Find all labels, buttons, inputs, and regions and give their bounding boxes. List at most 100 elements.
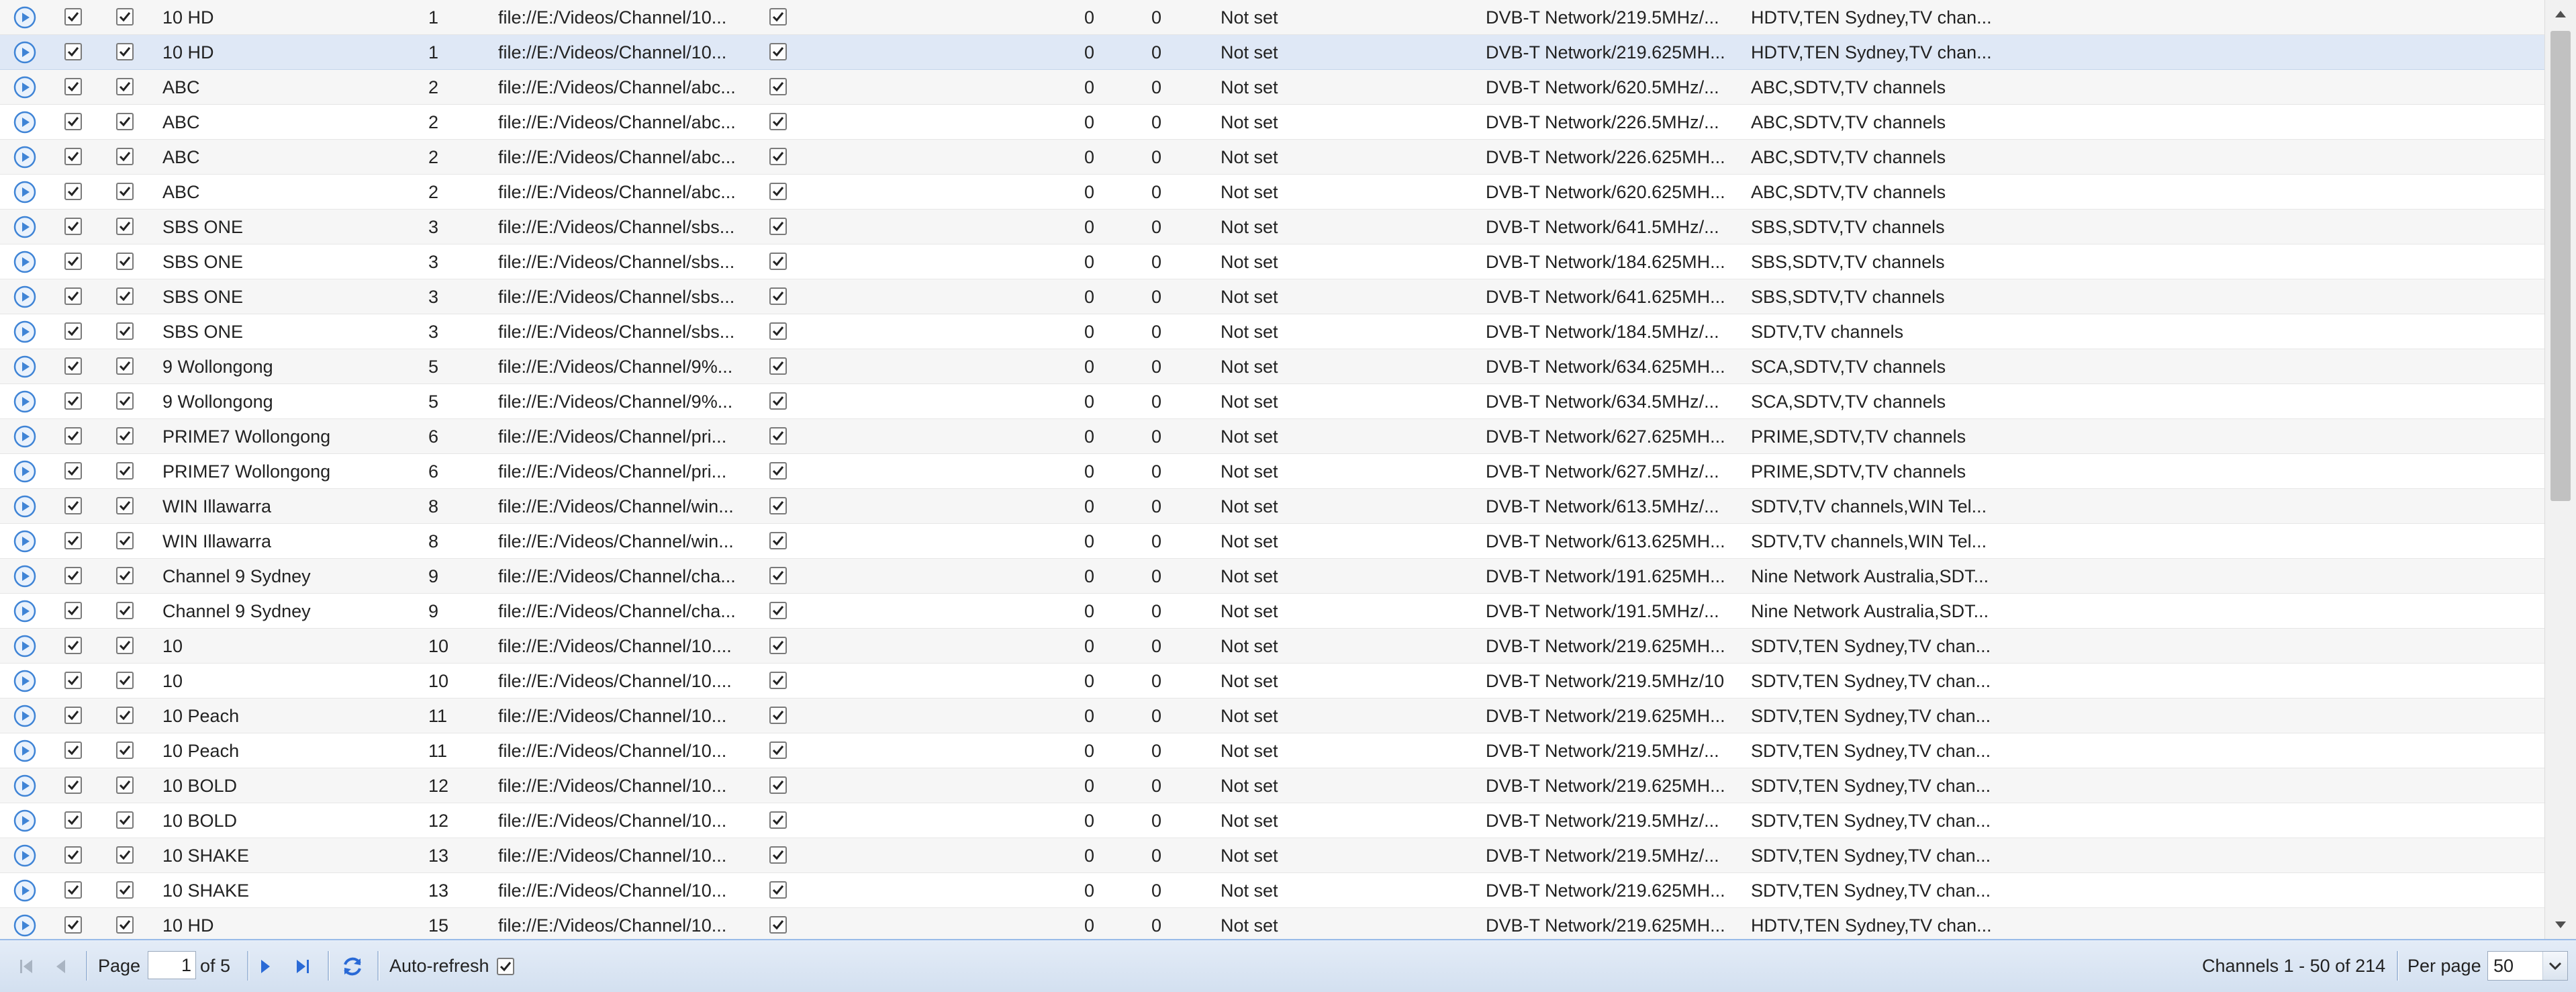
visible-checkbox[interactable] — [116, 8, 134, 26]
visible-checkbox[interactable] — [116, 322, 134, 340]
file-checkbox[interactable] — [769, 881, 787, 899]
file-checkbox[interactable] — [769, 567, 787, 584]
visible-checkbox[interactable] — [116, 637, 134, 654]
enabled-checkbox[interactable] — [64, 183, 82, 200]
file-checkbox[interactable] — [769, 916, 787, 934]
table-row[interactable]: 10 10 file://E:/Videos/Channel/10.... 0 0 Not… — [0, 664, 2544, 698]
visible-checkbox[interactable] — [116, 462, 134, 480]
table-row[interactable]: WIN Illawarra 8 file://E:/Videos/Channel/w… — [0, 489, 2544, 524]
play-circle-icon[interactable] — [13, 844, 36, 867]
visible-checkbox[interactable] — [116, 78, 134, 95]
table-row[interactable]: 10 BOLD 12 file://E:/Videos/Channel/10... 0… — [0, 803, 2544, 838]
visible-checkbox[interactable] — [116, 846, 134, 864]
visible-checkbox[interactable] — [116, 707, 134, 724]
table-row[interactable]: PRIME7 Wollongong 6 file://E:/Videos/Chann… — [0, 419, 2544, 454]
visible-checkbox[interactable] — [116, 567, 134, 584]
page-number-input[interactable] — [148, 951, 196, 979]
enabled-checkbox[interactable] — [64, 916, 82, 934]
file-checkbox[interactable] — [769, 218, 787, 235]
enabled-checkbox[interactable] — [64, 602, 82, 619]
visible-checkbox[interactable] — [116, 532, 134, 549]
visible-checkbox[interactable] — [116, 253, 134, 270]
play-circle-icon[interactable] — [13, 251, 36, 273]
auto-refresh-checkbox[interactable] — [497, 958, 514, 975]
visible-checkbox[interactable] — [116, 287, 134, 305]
play-circle-icon[interactable] — [13, 495, 36, 518]
play-circle-icon[interactable] — [13, 320, 36, 343]
enabled-checkbox[interactable] — [64, 253, 82, 270]
file-checkbox[interactable] — [769, 78, 787, 95]
file-checkbox[interactable] — [769, 8, 787, 26]
play-circle-icon[interactable] — [13, 705, 36, 727]
scrollbar-thumb[interactable] — [2550, 31, 2571, 501]
per-page-select[interactable]: 50 — [2487, 951, 2568, 981]
visible-checkbox[interactable] — [116, 218, 134, 235]
refresh-icon[interactable] — [340, 954, 365, 979]
play-circle-icon[interactable] — [13, 41, 36, 64]
play-circle-icon[interactable] — [13, 390, 36, 413]
table-row[interactable]: Channel 9 Sydney 9 file://E:/Videos/Channe… — [0, 559, 2544, 594]
file-checkbox[interactable] — [769, 357, 787, 375]
scroll-down-icon[interactable] — [2545, 912, 2576, 939]
play-circle-icon[interactable] — [13, 879, 36, 902]
enabled-checkbox[interactable] — [64, 392, 82, 410]
table-row[interactable]: SBS ONE 3 file://E:/Videos/Channel/sbs... 0… — [0, 279, 2544, 314]
visible-checkbox[interactable] — [116, 183, 134, 200]
visible-checkbox[interactable] — [116, 741, 134, 759]
table-row[interactable]: 10 10 file://E:/Videos/Channel/10.... 0 0 Not… — [0, 629, 2544, 664]
enabled-checkbox[interactable] — [64, 846, 82, 864]
file-checkbox[interactable] — [769, 776, 787, 794]
table-row[interactable]: 9 Wollongong 5 file://E:/Videos/Channel/9%… — [0, 349, 2544, 384]
prev-page-icon[interactable] — [48, 954, 74, 979]
enabled-checkbox[interactable] — [64, 148, 82, 165]
enabled-checkbox[interactable] — [64, 672, 82, 689]
file-checkbox[interactable] — [769, 43, 787, 60]
play-circle-icon[interactable] — [13, 530, 36, 553]
table-row[interactable]: PRIME7 Wollongong 6 file://E:/Videos/Chann… — [0, 454, 2544, 489]
play-circle-icon[interactable] — [13, 111, 36, 134]
file-checkbox[interactable] — [769, 427, 787, 445]
enabled-checkbox[interactable] — [64, 427, 82, 445]
enabled-checkbox[interactable] — [64, 8, 82, 26]
enabled-checkbox[interactable] — [64, 637, 82, 654]
file-checkbox[interactable] — [769, 148, 787, 165]
enabled-checkbox[interactable] — [64, 462, 82, 480]
play-circle-icon[interactable] — [13, 216, 36, 238]
file-checkbox[interactable] — [769, 322, 787, 340]
last-page-icon[interactable] — [290, 954, 316, 979]
visible-checkbox[interactable] — [116, 357, 134, 375]
play-circle-icon[interactable] — [13, 6, 36, 29]
file-checkbox[interactable] — [769, 287, 787, 305]
vertical-scrollbar[interactable] — [2544, 0, 2576, 939]
enabled-checkbox[interactable] — [64, 357, 82, 375]
visible-checkbox[interactable] — [116, 672, 134, 689]
enabled-checkbox[interactable] — [64, 43, 82, 60]
visible-checkbox[interactable] — [116, 392, 134, 410]
play-circle-icon[interactable] — [13, 460, 36, 483]
visible-checkbox[interactable] — [116, 148, 134, 165]
play-circle-icon[interactable] — [13, 739, 36, 762]
play-circle-icon[interactable] — [13, 146, 36, 169]
file-checkbox[interactable] — [769, 497, 787, 514]
enabled-checkbox[interactable] — [64, 218, 82, 235]
play-circle-icon[interactable] — [13, 181, 36, 204]
play-circle-icon[interactable] — [13, 355, 36, 378]
table-row[interactable]: SBS ONE 3 file://E:/Videos/Channel/sbs... 0… — [0, 244, 2544, 279]
enabled-checkbox[interactable] — [64, 532, 82, 549]
file-checkbox[interactable] — [769, 707, 787, 724]
file-checkbox[interactable] — [769, 602, 787, 619]
visible-checkbox[interactable] — [116, 916, 134, 934]
file-checkbox[interactable] — [769, 532, 787, 549]
next-page-icon[interactable] — [252, 954, 278, 979]
play-circle-icon[interactable] — [13, 285, 36, 308]
table-row[interactable]: 10 HD 1 file://E:/Videos/Channel/10... 0 0 No… — [0, 35, 2544, 70]
table-row[interactable]: 10 SHAKE 13 file://E:/Videos/Channel/10...… — [0, 838, 2544, 873]
table-row[interactable]: ABC 2 file://E:/Videos/Channel/abc... 0 0 Not… — [0, 140, 2544, 175]
enabled-checkbox[interactable] — [64, 811, 82, 829]
file-checkbox[interactable] — [769, 637, 787, 654]
play-circle-icon[interactable] — [13, 425, 36, 448]
enabled-checkbox[interactable] — [64, 741, 82, 759]
file-checkbox[interactable] — [769, 811, 787, 829]
file-checkbox[interactable] — [769, 846, 787, 864]
enabled-checkbox[interactable] — [64, 78, 82, 95]
